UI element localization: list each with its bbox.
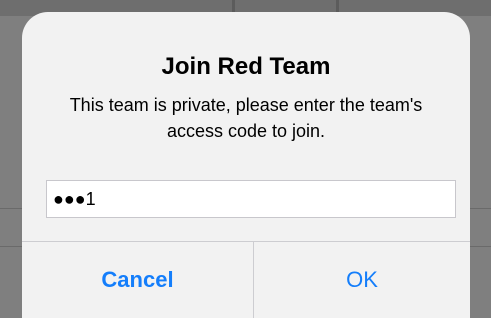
- background-row-line: [470, 246, 491, 247]
- ok-button[interactable]: OK: [254, 242, 470, 318]
- cancel-button[interactable]: Cancel: [22, 242, 253, 318]
- join-team-alert: Join Red Team This team is private, plea…: [22, 12, 470, 318]
- background-row-line: [0, 246, 22, 247]
- background-row-line: [470, 208, 491, 209]
- background-row-line: [0, 208, 22, 209]
- alert-title: Join Red Team: [161, 53, 331, 80]
- alert-message: This team is private, please enter the t…: [69, 95, 423, 141]
- access-code-input[interactable]: [46, 180, 456, 218]
- background-divider-mark: [336, 0, 339, 12]
- background-divider-mark: [232, 0, 235, 12]
